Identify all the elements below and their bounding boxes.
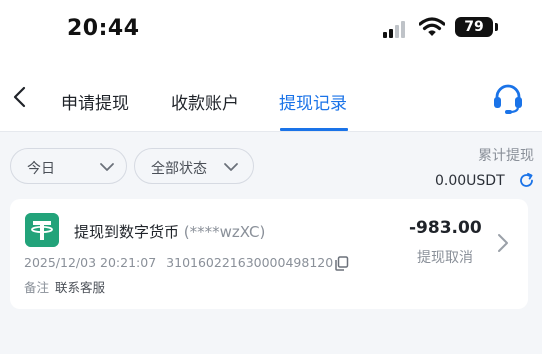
battery-cap: [495, 23, 498, 31]
cellular-signal-icon: [383, 20, 411, 38]
active-tab-indicator: [280, 128, 348, 131]
record-title-text: 提现到数字货币: [74, 223, 180, 241]
record-datetime: 2025/12/03 20:21:07: [24, 255, 157, 270]
tab-apply-withdraw[interactable]: 申请提现: [61, 89, 129, 114]
chevron-down-icon: [100, 163, 114, 171]
record-address: (****wzXC): [183, 223, 266, 241]
wifi-icon: [419, 17, 445, 36]
chevron-left-icon[interactable]: [8, 84, 34, 110]
date-filter-label: 今日: [27, 161, 55, 177]
record-status: 提现取消: [417, 250, 473, 266]
record-amount: -983.00: [409, 218, 482, 238]
battery-level: 79: [464, 19, 484, 35]
record-note-value: 联系客服: [55, 280, 106, 295]
withdraw-record-card[interactable]: 提现到数字货币 (****wzXC) -983.00 提现取消 2025/12/…: [10, 199, 528, 309]
copy-icon[interactable]: [334, 256, 349, 271]
nav-bar: 申请提现 收款账户 提现记录: [0, 60, 542, 132]
record-note: 备注 联系客服: [24, 277, 105, 296]
status-filter-label: 全部状态: [151, 161, 207, 177]
total-withdraw-amount: 0.00USDT: [435, 173, 505, 189]
chevron-down-icon: [224, 163, 238, 171]
headset-icon[interactable]: [491, 81, 525, 115]
chevron-right-icon: [498, 234, 508, 252]
tether-usdt-icon: [25, 213, 59, 247]
record-meta: 2025/12/03 20:21:07 310160221630000498120: [24, 255, 333, 270]
status-bar: 20:44 79: [0, 0, 542, 60]
battery-icon: 79: [455, 17, 493, 37]
total-withdraw-label: 累计提现: [478, 148, 534, 164]
tab-payee-accounts[interactable]: 收款账户: [171, 89, 239, 114]
status-filter-dropdown[interactable]: 全部状态: [134, 148, 254, 184]
clock-time: 20:44: [67, 16, 140, 41]
refresh-icon[interactable]: [518, 172, 535, 189]
date-filter-dropdown[interactable]: 今日: [10, 148, 127, 184]
record-note-label: 备注: [24, 280, 50, 295]
record-title: 提现到数字货币 (****wzXC): [74, 221, 265, 242]
tab-withdraw-records[interactable]: 提现记录: [279, 89, 347, 114]
record-order-no: 310160221630000498120: [166, 255, 334, 270]
